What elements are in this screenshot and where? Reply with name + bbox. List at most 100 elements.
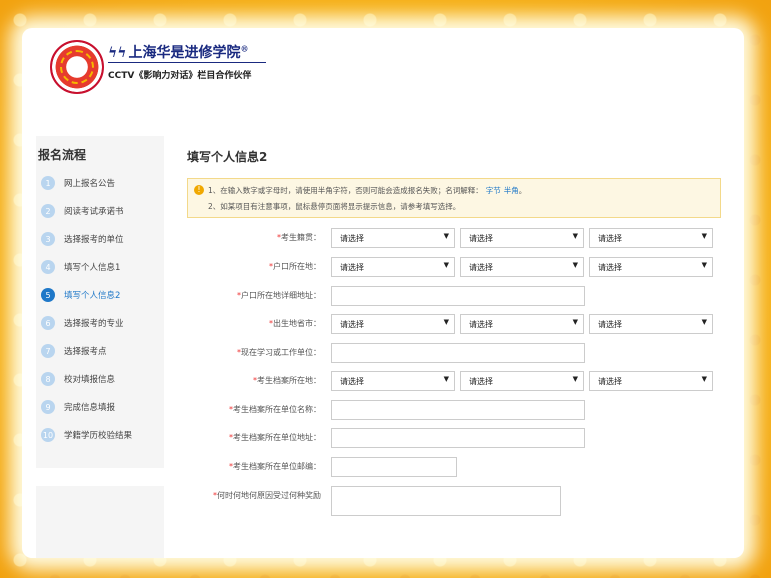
step-label: 选择报考的单位 [64, 235, 124, 245]
school-logo [50, 40, 104, 94]
dropdown-arrow-icon: ▼ [443, 375, 449, 383]
step-label: 学籍学历校验结果 [64, 431, 133, 441]
sidebar-title: 报名流程 [38, 148, 87, 162]
step-number: 2 [41, 204, 55, 218]
form-row-native-place: *考生籍贯： 请选择 ▼ 请选择 ▼ 请选择 ▼ [187, 228, 732, 248]
field-label: *考生籍贯： [277, 233, 321, 242]
step-label: 校对填报信息 [64, 375, 116, 385]
page-title: 填写个人信息2 [187, 150, 268, 164]
field-label: *现在学习或工作单位： [237, 348, 321, 357]
step-number: 4 [41, 260, 55, 274]
birth-province-select[interactable]: 请选择 ▼ [331, 314, 455, 334]
step-number: 1 [41, 176, 55, 190]
dropdown-arrow-icon: ▼ [701, 375, 707, 383]
awards-textarea[interactable] [331, 486, 561, 516]
native-province-select[interactable]: 请选择 ▼ [331, 228, 455, 248]
dropdown-arrow-icon: ▼ [443, 261, 449, 269]
site-header: ϟϟ 上海华是进修学院® CCTV《影响力对话》栏目合作伙伴 [50, 40, 350, 120]
step-number: 5 [41, 288, 55, 302]
form-row-archive-location: *考生档案所在地： 请选择 ▼ 请选择 ▼ 请选择 ▼ [187, 371, 732, 391]
form-row-archive-unit-name: *考生档案所在单位名称： [187, 400, 732, 420]
step-item-5-active[interactable]: 5 填写个人信息2 [36, 281, 164, 309]
step-item-9[interactable]: 9 完成信息填报 [36, 393, 164, 421]
archive-unit-name-input[interactable] [331, 400, 585, 420]
step-number: 10 [41, 428, 55, 442]
step-item-6[interactable]: 6 选择报考的专业 [36, 309, 164, 337]
warning-icon: ! [194, 185, 204, 195]
archive-city-select[interactable]: 请选择 ▼ [460, 371, 584, 391]
form-row-awards: *何时何地何原因受过何种奖励 [187, 486, 732, 516]
notice-line-1-text: 1、在输入数字或字母时，请使用半角字符，否则可能会造成报名失败；名词解释： [208, 186, 483, 195]
step-number: 9 [41, 400, 55, 414]
birth-city-select[interactable]: 请选择 ▼ [460, 314, 584, 334]
hukou-address-input[interactable] [331, 286, 585, 306]
dropdown-arrow-icon: ▼ [701, 318, 707, 326]
step-item-10[interactable]: 10 学籍学历校验结果 [36, 421, 164, 449]
notice-line-2: 2、如某项目有注意事项，鼠标悬停页面将显示提示信息，请参考填写选择。 [208, 202, 461, 211]
step-number: 3 [41, 232, 55, 246]
field-label: *户口所在地： [269, 262, 321, 271]
notice-line-1: 1、在输入数字或字母时，请使用半角字符，否则可能会造成报名失败；名词解释： 字节半… [208, 185, 526, 196]
step-label: 填写个人信息2 [64, 291, 121, 301]
brand-title-text: 上海华是进修学院 [128, 45, 241, 61]
registered-mark: ® [240, 43, 249, 54]
step-label: 填写个人信息1 [64, 263, 121, 273]
main-content: 填写个人信息2 ! 1、在输入数字或字母时，请使用半角字符，否则可能会造成报名失… [187, 136, 732, 516]
form-row-hukou: *户口所在地： 请选择 ▼ 请选择 ▼ 请选择 ▼ [187, 257, 732, 277]
dropdown-arrow-icon: ▼ [572, 375, 578, 383]
field-label: *户口所在地详细地址： [237, 291, 321, 300]
field-label: *考生档案所在单位邮编： [229, 462, 321, 471]
form-row-hukou-address: *户口所在地详细地址： [187, 286, 732, 306]
step-label: 网上报名公告 [64, 179, 116, 189]
archive-postcode-input[interactable] [331, 457, 457, 477]
dropdown-arrow-icon: ▼ [572, 232, 578, 240]
dropdown-arrow-icon: ▼ [701, 232, 707, 240]
step-item-8[interactable]: 8 校对填报信息 [36, 365, 164, 393]
hukou-city-select[interactable]: 请选择 ▼ [460, 257, 584, 277]
dropdown-arrow-icon: ▼ [443, 232, 449, 240]
sidebar: 报名流程 1 网上报名公告 2 阅读考试承诺书 3 选择报考的单位 4 填写个人信息1 … [36, 136, 164, 468]
form-row-archive-postcode: *考生档案所在单位邮编： [187, 457, 732, 477]
step-label: 完成信息填报 [64, 403, 116, 413]
step-label: 阅读考试承诺书 [64, 207, 124, 217]
halfwidth-link[interactable]: 半角 [504, 186, 519, 195]
step-item-7[interactable]: 7 选择报考点 [36, 337, 164, 365]
background-frame: ϟϟ 上海华是进修学院® CCTV《影响力对话》栏目合作伙伴 报名流程 1 网上报名… [0, 0, 771, 578]
brand-divider [108, 62, 266, 63]
step-item-1[interactable]: 1 网上报名公告 [36, 169, 164, 197]
hukou-county-select[interactable]: 请选择 ▼ [589, 257, 713, 277]
brand-mark-icon: ϟϟ [108, 45, 127, 61]
field-label: *考生档案所在地： [253, 376, 321, 385]
step-item-2[interactable]: 2 阅读考试承诺书 [36, 197, 164, 225]
dropdown-arrow-icon: ▼ [701, 261, 707, 269]
step-item-4[interactable]: 4 填写个人信息1 [36, 253, 164, 281]
step-number: 7 [41, 344, 55, 358]
notice-line-1-end: 。 [518, 186, 527, 195]
dropdown-arrow-icon: ▼ [443, 318, 449, 326]
step-label: 选择报考点 [64, 347, 107, 357]
step-label: 选择报考的专业 [64, 319, 124, 329]
sidebar-lower-panel [36, 486, 164, 558]
field-label: *考生档案所在单位地址： [229, 433, 321, 442]
step-number: 8 [41, 372, 55, 386]
hukou-province-select[interactable]: 请选择 ▼ [331, 257, 455, 277]
native-county-select[interactable]: 请选择 ▼ [589, 228, 713, 248]
form-row-archive-unit-address: *考生档案所在单位地址： [187, 428, 732, 448]
step-number: 6 [41, 316, 55, 330]
native-city-select[interactable]: 请选择 ▼ [460, 228, 584, 248]
archive-unit-address-input[interactable] [331, 428, 585, 448]
archive-province-select[interactable]: 请选择 ▼ [331, 371, 455, 391]
notice-box: ! 1、在输入数字或字母时，请使用半角字符，否则可能会造成报名失败；名词解释：字… [187, 178, 721, 218]
form-row-birthplace: *出生地省市： 请选择 ▼ 请选择 ▼ 请选择 ▼ [187, 314, 732, 334]
birth-county-select[interactable]: 请选择 ▼ [589, 314, 713, 334]
archive-county-select[interactable]: 请选择 ▼ [589, 371, 713, 391]
page-card: ϟϟ 上海华是进修学院® CCTV《影响力对话》栏目合作伙伴 报名流程 1 网上报名… [22, 28, 744, 558]
field-label: *考生档案所在单位名称： [229, 405, 321, 414]
brand-title: ϟϟ 上海华是进修学院® [108, 42, 248, 62]
byte-link[interactable]: 字节 [486, 186, 501, 195]
work-unit-input[interactable] [331, 343, 585, 363]
field-label: *出生地省市： [269, 319, 321, 328]
step-item-3[interactable]: 3 选择报考的单位 [36, 225, 164, 253]
dropdown-arrow-icon: ▼ [572, 318, 578, 326]
brand-subtitle: CCTV《影响力对话》栏目合作伙伴 [108, 71, 252, 81]
